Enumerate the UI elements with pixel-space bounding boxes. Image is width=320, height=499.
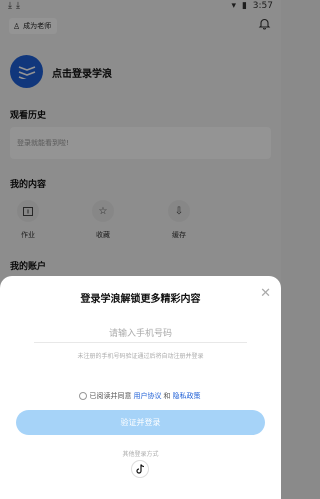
- phone-input[interactable]: [34, 325, 247, 343]
- login-sheet-title: 登录学浪解锁更多精彩内容: [80, 294, 201, 305]
- agreement-and: 和: [163, 392, 171, 400]
- agreement-prefix: 已阅读并同意: [89, 392, 132, 400]
- user-agreement-link[interactable]: 用户协议: [134, 391, 162, 401]
- agreement-checkbox[interactable]: [78, 392, 87, 400]
- login-sheet: 登录学浪解锁更多精彩内容 ✕ 未注册的手机号码验证通过后将自动注册并登录 已阅读…: [0, 276, 281, 499]
- register-hint: 未注册的手机号码验证通过后将自动注册并登录: [77, 353, 204, 360]
- close-icon[interactable]: ✕: [260, 286, 271, 301]
- privacy-policy-link[interactable]: 隐私政策: [173, 391, 201, 401]
- agreement-row: 已阅读并同意 用户协议 和 隐私政策: [0, 391, 281, 401]
- douyin-login-icon[interactable]: [131, 460, 149, 478]
- other-login-label: 其他登录方式: [122, 451, 159, 458]
- verify-login-button[interactable]: 验证并登录: [16, 410, 265, 435]
